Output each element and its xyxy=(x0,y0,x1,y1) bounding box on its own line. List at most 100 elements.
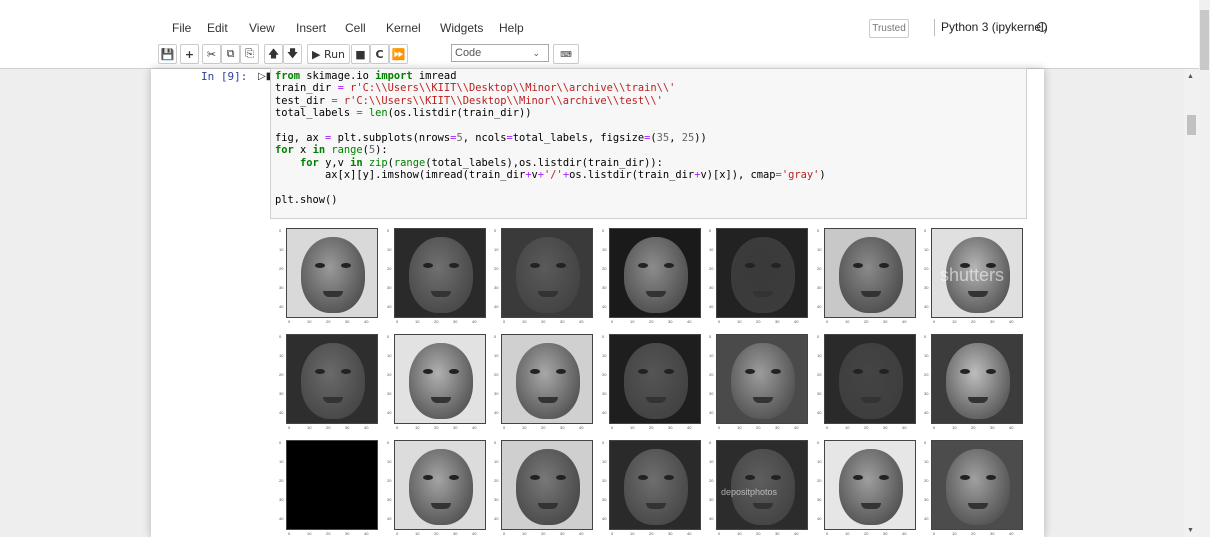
mouth-shape xyxy=(538,503,558,509)
x-tick-label: 40 xyxy=(472,531,477,536)
menu-help[interactable]: Help xyxy=(499,21,524,35)
y-tick-label: 30 xyxy=(387,391,392,396)
command-palette-button[interactable]: ⌨ xyxy=(553,44,579,64)
x-tick-label: 30 xyxy=(990,319,995,324)
code-line: for x in range(5): xyxy=(275,144,388,157)
x-tick-label: 10 xyxy=(845,319,850,324)
y-tick-label: 0 xyxy=(494,228,497,233)
y-tick-label: 40 xyxy=(924,304,929,309)
face-shape xyxy=(946,449,1010,525)
x-tick-label: 0 xyxy=(611,531,614,536)
menu-edit[interactable]: Edit xyxy=(207,21,228,35)
x-tick-label: 40 xyxy=(794,319,799,324)
x-tick-label: 0 xyxy=(288,319,291,324)
code-line: test_dir = r'C:\\Users\\KIIT\\Desktop\\M… xyxy=(275,94,663,107)
menu-cell[interactable]: Cell xyxy=(345,21,366,35)
face-shape xyxy=(839,237,903,313)
x-tick-label: 30 xyxy=(775,319,780,324)
face-shape xyxy=(839,449,903,525)
face-shape xyxy=(946,343,1010,419)
mouth-shape xyxy=(646,397,666,403)
code-cell-input[interactable]: from skimage.io import imread train_dir … xyxy=(270,68,1027,219)
trusted-indicator[interactable]: Trusted xyxy=(869,19,909,38)
eye-shape xyxy=(853,475,863,480)
restart-button[interactable]: C xyxy=(370,44,389,64)
eye-shape xyxy=(745,475,755,480)
insert-cell-button[interactable]: + xyxy=(180,44,199,64)
x-tick-label: 30 xyxy=(453,319,458,324)
eye-shape xyxy=(986,369,996,374)
y-tick-label: 0 xyxy=(817,228,820,233)
save-button[interactable]: 💾 xyxy=(158,44,177,64)
y-tick-label: 40 xyxy=(494,304,499,309)
code-text[interactable]: from skimage.io import imread train_dir … xyxy=(275,70,826,206)
x-tick-label: 10 xyxy=(522,425,527,430)
window-scroll-thumb[interactable] xyxy=(1200,10,1209,70)
x-tick-label: 20 xyxy=(326,319,331,324)
y-tick-label: 20 xyxy=(279,266,284,271)
y-tick-label: 10 xyxy=(494,247,499,252)
menu-kernel[interactable]: Kernel xyxy=(386,21,421,35)
y-tick-label: 20 xyxy=(494,266,499,271)
face-shape xyxy=(731,237,795,313)
x-tick-label: 10 xyxy=(952,425,957,430)
x-tick-label: 20 xyxy=(756,319,761,324)
x-tick-label: 30 xyxy=(883,531,888,536)
run-button[interactable]: ▶ Run xyxy=(307,44,350,64)
output-image-r3-c3 xyxy=(501,440,593,530)
output-image-r1-c5 xyxy=(716,228,808,318)
kernel-name[interactable]: Python 3 (ipykernel) xyxy=(934,19,1048,36)
y-tick-label: 40 xyxy=(279,410,284,415)
menu-insert[interactable]: Insert xyxy=(296,21,326,35)
x-tick-label: 20 xyxy=(756,531,761,536)
face-shape xyxy=(731,343,795,419)
x-tick-label: 40 xyxy=(579,425,584,430)
x-tick-label: 20 xyxy=(434,425,439,430)
output-image-r3-c7 xyxy=(931,440,1023,530)
x-tick-label: 30 xyxy=(345,425,350,430)
restart-run-all-button[interactable]: ⏩ xyxy=(389,44,408,64)
y-tick-label: 40 xyxy=(494,516,499,521)
y-tick-label: 40 xyxy=(602,516,607,521)
menu-widgets[interactable]: Widgets xyxy=(440,21,483,35)
y-tick-label: 10 xyxy=(279,353,284,358)
eye-shape xyxy=(530,263,540,268)
window-scrollbar[interactable] xyxy=(1199,0,1210,537)
scroll-thumb[interactable] xyxy=(1187,115,1196,135)
mouth-shape xyxy=(646,291,666,297)
y-tick-label: 10 xyxy=(602,353,607,358)
x-tick-label: 40 xyxy=(1009,319,1014,324)
x-tick-label: 20 xyxy=(541,531,546,536)
y-tick-label: 10 xyxy=(924,353,929,358)
scroll-down-icon[interactable]: ▼ xyxy=(1187,527,1194,534)
move-up-button[interactable]: 🡅 xyxy=(264,44,283,64)
mouth-shape xyxy=(753,503,773,509)
notebook-scrollbar[interactable]: ▲ ▼ xyxy=(1184,69,1200,537)
fast-forward-icon: ⏩ xyxy=(391,47,406,61)
y-tick-label: 20 xyxy=(602,266,607,271)
y-tick-label: 20 xyxy=(602,372,607,377)
x-tick-label: 0 xyxy=(933,425,936,430)
code-line: train_dir = r'C:\\Users\\KIIT\\Desktop\\… xyxy=(275,82,676,95)
eye-shape xyxy=(530,369,540,374)
menu-file[interactable]: File xyxy=(172,21,191,35)
scroll-up-icon[interactable]: ▲ xyxy=(1187,73,1194,80)
cut-button[interactable]: ✂ xyxy=(202,44,221,64)
paste-button[interactable]: ⎘ xyxy=(240,44,259,64)
cell-type-select[interactable]: Code ⌄ xyxy=(451,44,549,62)
y-tick-label: 30 xyxy=(709,391,714,396)
face-shape xyxy=(516,343,580,419)
eye-shape xyxy=(556,369,566,374)
x-tick-label: 0 xyxy=(396,531,399,536)
interrupt-button[interactable]: ■ xyxy=(351,44,370,64)
y-tick-label: 10 xyxy=(817,353,822,358)
move-down-button[interactable]: 🡇 xyxy=(283,44,302,64)
eye-shape xyxy=(341,263,351,268)
copy-button[interactable]: ⧉ xyxy=(221,44,240,64)
keyboard-icon: ⌨ xyxy=(560,49,572,59)
y-tick-label: 30 xyxy=(387,285,392,290)
menu-view[interactable]: View xyxy=(249,21,275,35)
save-icon: 💾 xyxy=(160,47,175,61)
y-tick-label: 30 xyxy=(602,391,607,396)
eye-shape xyxy=(638,369,648,374)
